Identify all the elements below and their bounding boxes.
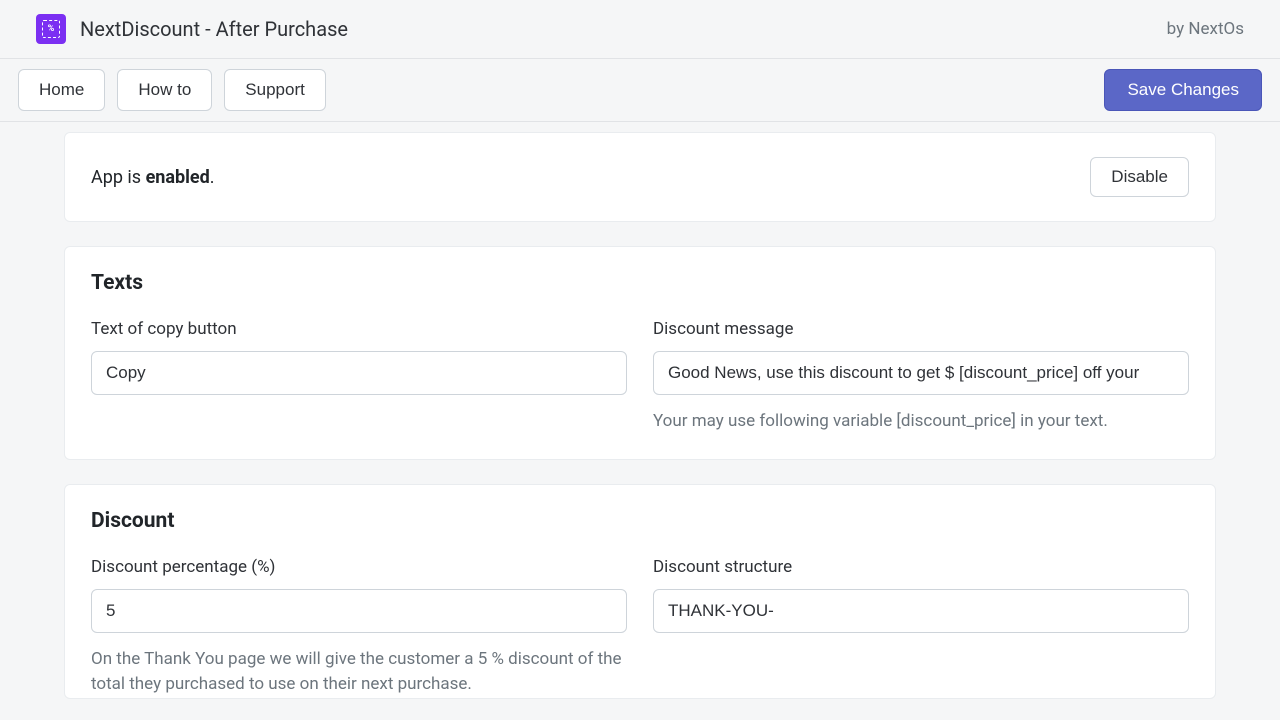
discount-pct-label: Discount percentage (%) (91, 557, 627, 577)
topbar: % NextDiscount - After Purchase by NextO… (0, 0, 1280, 59)
disable-button[interactable]: Disable (1090, 157, 1189, 197)
texts-row: Text of copy button Discount message You… (91, 319, 1189, 435)
app-logo: % (36, 14, 66, 44)
howto-button[interactable]: How to (117, 69, 212, 111)
content: App is enabled. Disable Texts Text of co… (0, 122, 1280, 712)
support-button[interactable]: Support (224, 69, 326, 111)
status-state: enabled (146, 167, 210, 188)
msg-col: Discount message Your may use following … (653, 319, 1189, 435)
copy-button-label: Text of copy button (91, 319, 627, 339)
byline: by NextOs (1167, 19, 1244, 39)
status-card: App is enabled. Disable (64, 132, 1216, 222)
nav-left: Home How to Support (18, 69, 326, 111)
copy-col: Text of copy button (91, 319, 627, 435)
topbar-left: % NextDiscount - After Purchase (36, 14, 348, 44)
status-text: App is enabled. (91, 167, 215, 188)
discount-pct-input[interactable] (91, 589, 627, 633)
status-prefix: App is (91, 167, 146, 188)
discount-message-label: Discount message (653, 319, 1189, 339)
discount-row: Discount percentage (%) On the Thank You… (91, 557, 1189, 698)
home-button[interactable]: Home (18, 69, 105, 111)
navbar: Home How to Support Save Changes (0, 59, 1280, 122)
copy-button-input[interactable] (91, 351, 627, 395)
discount-struct-label: Discount structure (653, 557, 1189, 577)
save-changes-button[interactable]: Save Changes (1104, 69, 1262, 111)
discount-pct-help: On the Thank You page we will give the c… (91, 647, 627, 698)
discount-message-input[interactable] (653, 351, 1189, 395)
discount-message-help: Your may use following variable [discoun… (653, 409, 1189, 435)
discount-title: Discount (91, 509, 1189, 533)
texts-title: Texts (91, 271, 1189, 295)
percent-icon: % (42, 20, 60, 38)
app-title: NextDiscount - After Purchase (80, 17, 348, 41)
discount-struct-input[interactable] (653, 589, 1189, 633)
status-suffix: . (210, 167, 215, 188)
pct-col: Discount percentage (%) On the Thank You… (91, 557, 627, 698)
texts-card: Texts Text of copy button Discount messa… (64, 246, 1216, 460)
struct-col: Discount structure (653, 557, 1189, 698)
discount-card: Discount Discount percentage (%) On the … (64, 484, 1216, 699)
